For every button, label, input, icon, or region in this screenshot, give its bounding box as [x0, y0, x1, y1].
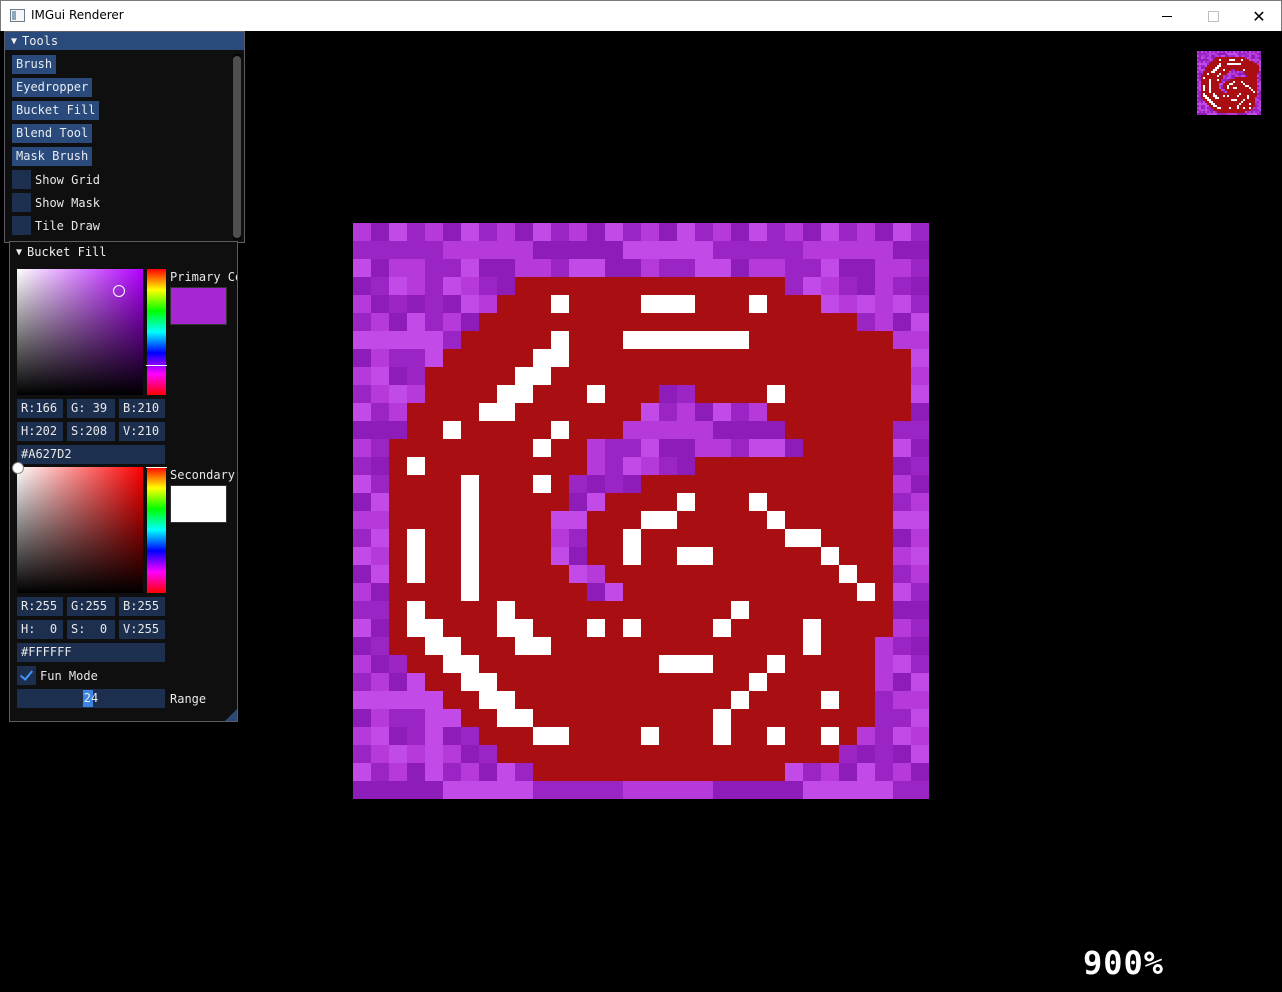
- app-icon: [10, 9, 25, 22]
- primary-b-field[interactable]: B:210: [119, 399, 165, 418]
- image-thumbnail[interactable]: [1197, 51, 1261, 115]
- blend-tool-button[interactable]: Blend Tool: [12, 124, 93, 143]
- zoom-level: 900%: [1083, 944, 1165, 982]
- primary-g-field[interactable]: G: 39: [67, 399, 115, 418]
- primary-hue-bar[interactable]: [146, 269, 167, 395]
- secondary-hue-bar[interactable]: [146, 467, 167, 593]
- tools-panel-header[interactable]: ▼ Tools: [5, 32, 244, 50]
- primary-color-swatch[interactable]: [170, 287, 227, 325]
- checkbox-box[interactable]: [12, 193, 31, 212]
- scrollbar-thumb[interactable]: [233, 56, 241, 238]
- resize-grip-icon[interactable]: [225, 709, 237, 721]
- window-titlebar: IMGui Renderer ✕: [0, 0, 1282, 31]
- secondary-s-field[interactable]: S: 0: [67, 620, 115, 639]
- checkmark-icon[interactable]: [17, 666, 36, 685]
- secondary-g-field[interactable]: G:255: [67, 597, 115, 616]
- show-grid-label: Show Grid: [35, 172, 101, 187]
- pixel-canvas[interactable]: [353, 223, 929, 799]
- maximize-button[interactable]: [1190, 1, 1236, 31]
- secondary-hex-input[interactable]: #FFFFFF: [17, 643, 165, 662]
- tile-draw-checkbox[interactable]: Tile Draw: [12, 216, 100, 235]
- eyedropper-button[interactable]: Eyedropper: [12, 78, 93, 97]
- secondary-v-field[interactable]: V:255: [119, 620, 165, 639]
- range-slider[interactable]: 24: [17, 689, 165, 708]
- primary-color-label: Primary Co: [170, 270, 238, 284]
- secondary-color-swatch[interactable]: [170, 485, 227, 523]
- checkbox-box[interactable]: [12, 216, 31, 235]
- close-button[interactable]: ✕: [1236, 1, 1282, 31]
- bucket-fill-panel-header[interactable]: ▼ Bucket Fill: [10, 243, 237, 261]
- hue-marker[interactable]: [146, 365, 167, 366]
- tools-panel: ▼ Tools Brush Eyedropper Bucket Fill Ble…: [4, 31, 245, 243]
- show-grid-checkbox[interactable]: Show Grid: [12, 170, 100, 189]
- picker-cursor[interactable]: [12, 462, 24, 474]
- picker-cursor[interactable]: [113, 285, 125, 297]
- minimize-button[interactable]: [1144, 1, 1190, 31]
- bucket-fill-button[interactable]: Bucket Fill: [12, 101, 100, 120]
- primary-saturation-value-picker[interactable]: [17, 269, 143, 395]
- brush-button[interactable]: Brush: [12, 55, 57, 74]
- primary-r-field[interactable]: R:166: [17, 399, 63, 418]
- collapse-triangle-icon[interactable]: ▼: [11, 36, 17, 47]
- primary-v-field[interactable]: V:210: [119, 422, 165, 441]
- secondary-saturation-value-picker[interactable]: [12, 462, 143, 593]
- tools-panel-title: Tools: [22, 34, 59, 48]
- thumbnail-pixels: [1197, 51, 1261, 115]
- range-label: Range: [170, 692, 207, 706]
- window-title: IMGui Renderer: [31, 8, 124, 22]
- primary-h-field[interactable]: H:202: [17, 422, 63, 441]
- show-mask-checkbox[interactable]: Show Mask: [12, 193, 100, 212]
- primary-hex-input[interactable]: #A627D2: [17, 445, 165, 464]
- canvas-pixels[interactable]: [353, 223, 929, 799]
- secondary-r-field[interactable]: R:255: [17, 597, 63, 616]
- hue-marker[interactable]: [146, 467, 167, 468]
- bucket-fill-panel-title: Bucket Fill: [27, 245, 107, 259]
- fun-mode-label: Fun Mode: [40, 668, 98, 683]
- secondary-color-label: Secondary: [170, 468, 236, 482]
- tools-scrollbar[interactable]: [233, 54, 241, 240]
- bucket-fill-panel: ▼ Bucket Fill Primary Co R:166 G: 39 B:2…: [9, 241, 238, 722]
- secondary-h-field[interactable]: H: 0: [17, 620, 63, 639]
- show-mask-label: Show Mask: [35, 195, 101, 210]
- fun-mode-checkbox[interactable]: Fun Mode: [17, 666, 98, 685]
- checkbox-box[interactable]: [12, 170, 31, 189]
- tile-draw-label: Tile Draw: [35, 218, 101, 233]
- mask-brush-button[interactable]: Mask Brush: [12, 147, 93, 166]
- primary-s-field[interactable]: S:208: [67, 422, 115, 441]
- secondary-b-field[interactable]: B:255: [119, 597, 165, 616]
- range-value: 24: [83, 691, 99, 705]
- collapse-triangle-icon[interactable]: ▼: [16, 247, 22, 258]
